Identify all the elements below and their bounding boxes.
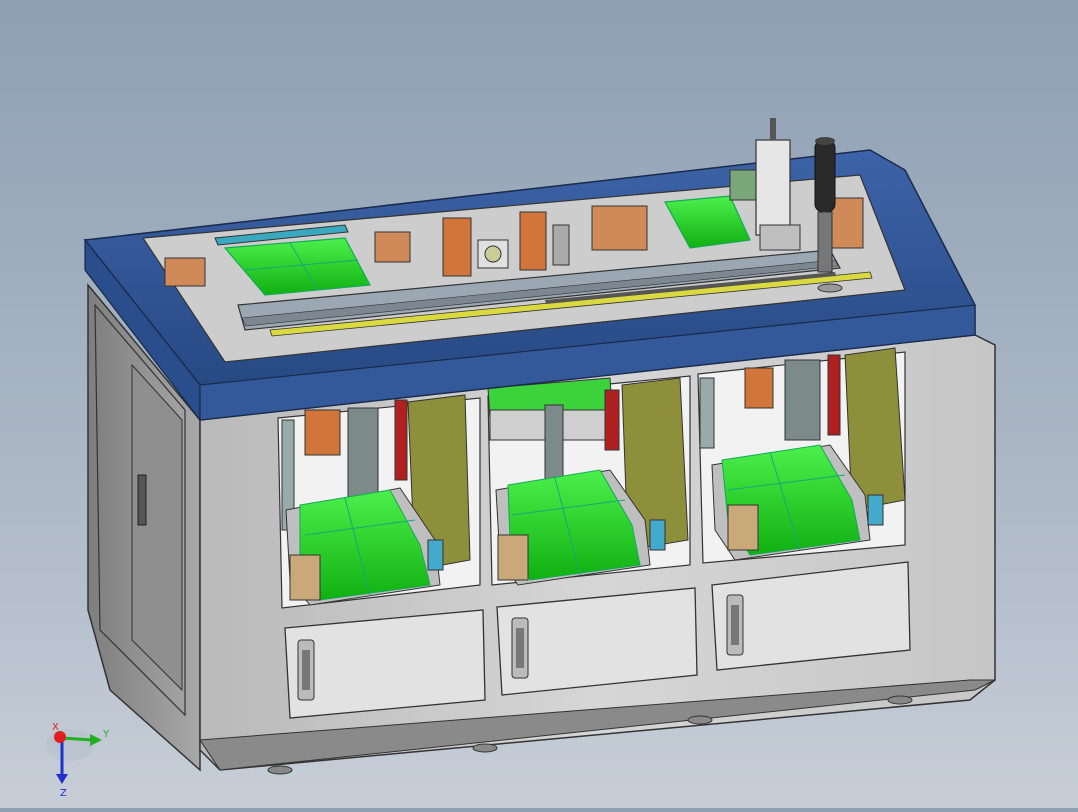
coordinate-triad <box>46 729 102 784</box>
triad-y-label: Y <box>102 729 110 740</box>
triad-z-label: Z <box>60 788 67 799</box>
triad-x-label: X <box>52 722 59 733</box>
cad-viewport[interactable]: X Y Z <box>0 0 1078 808</box>
cad-model-drawing: X Y Z <box>46 118 996 799</box>
